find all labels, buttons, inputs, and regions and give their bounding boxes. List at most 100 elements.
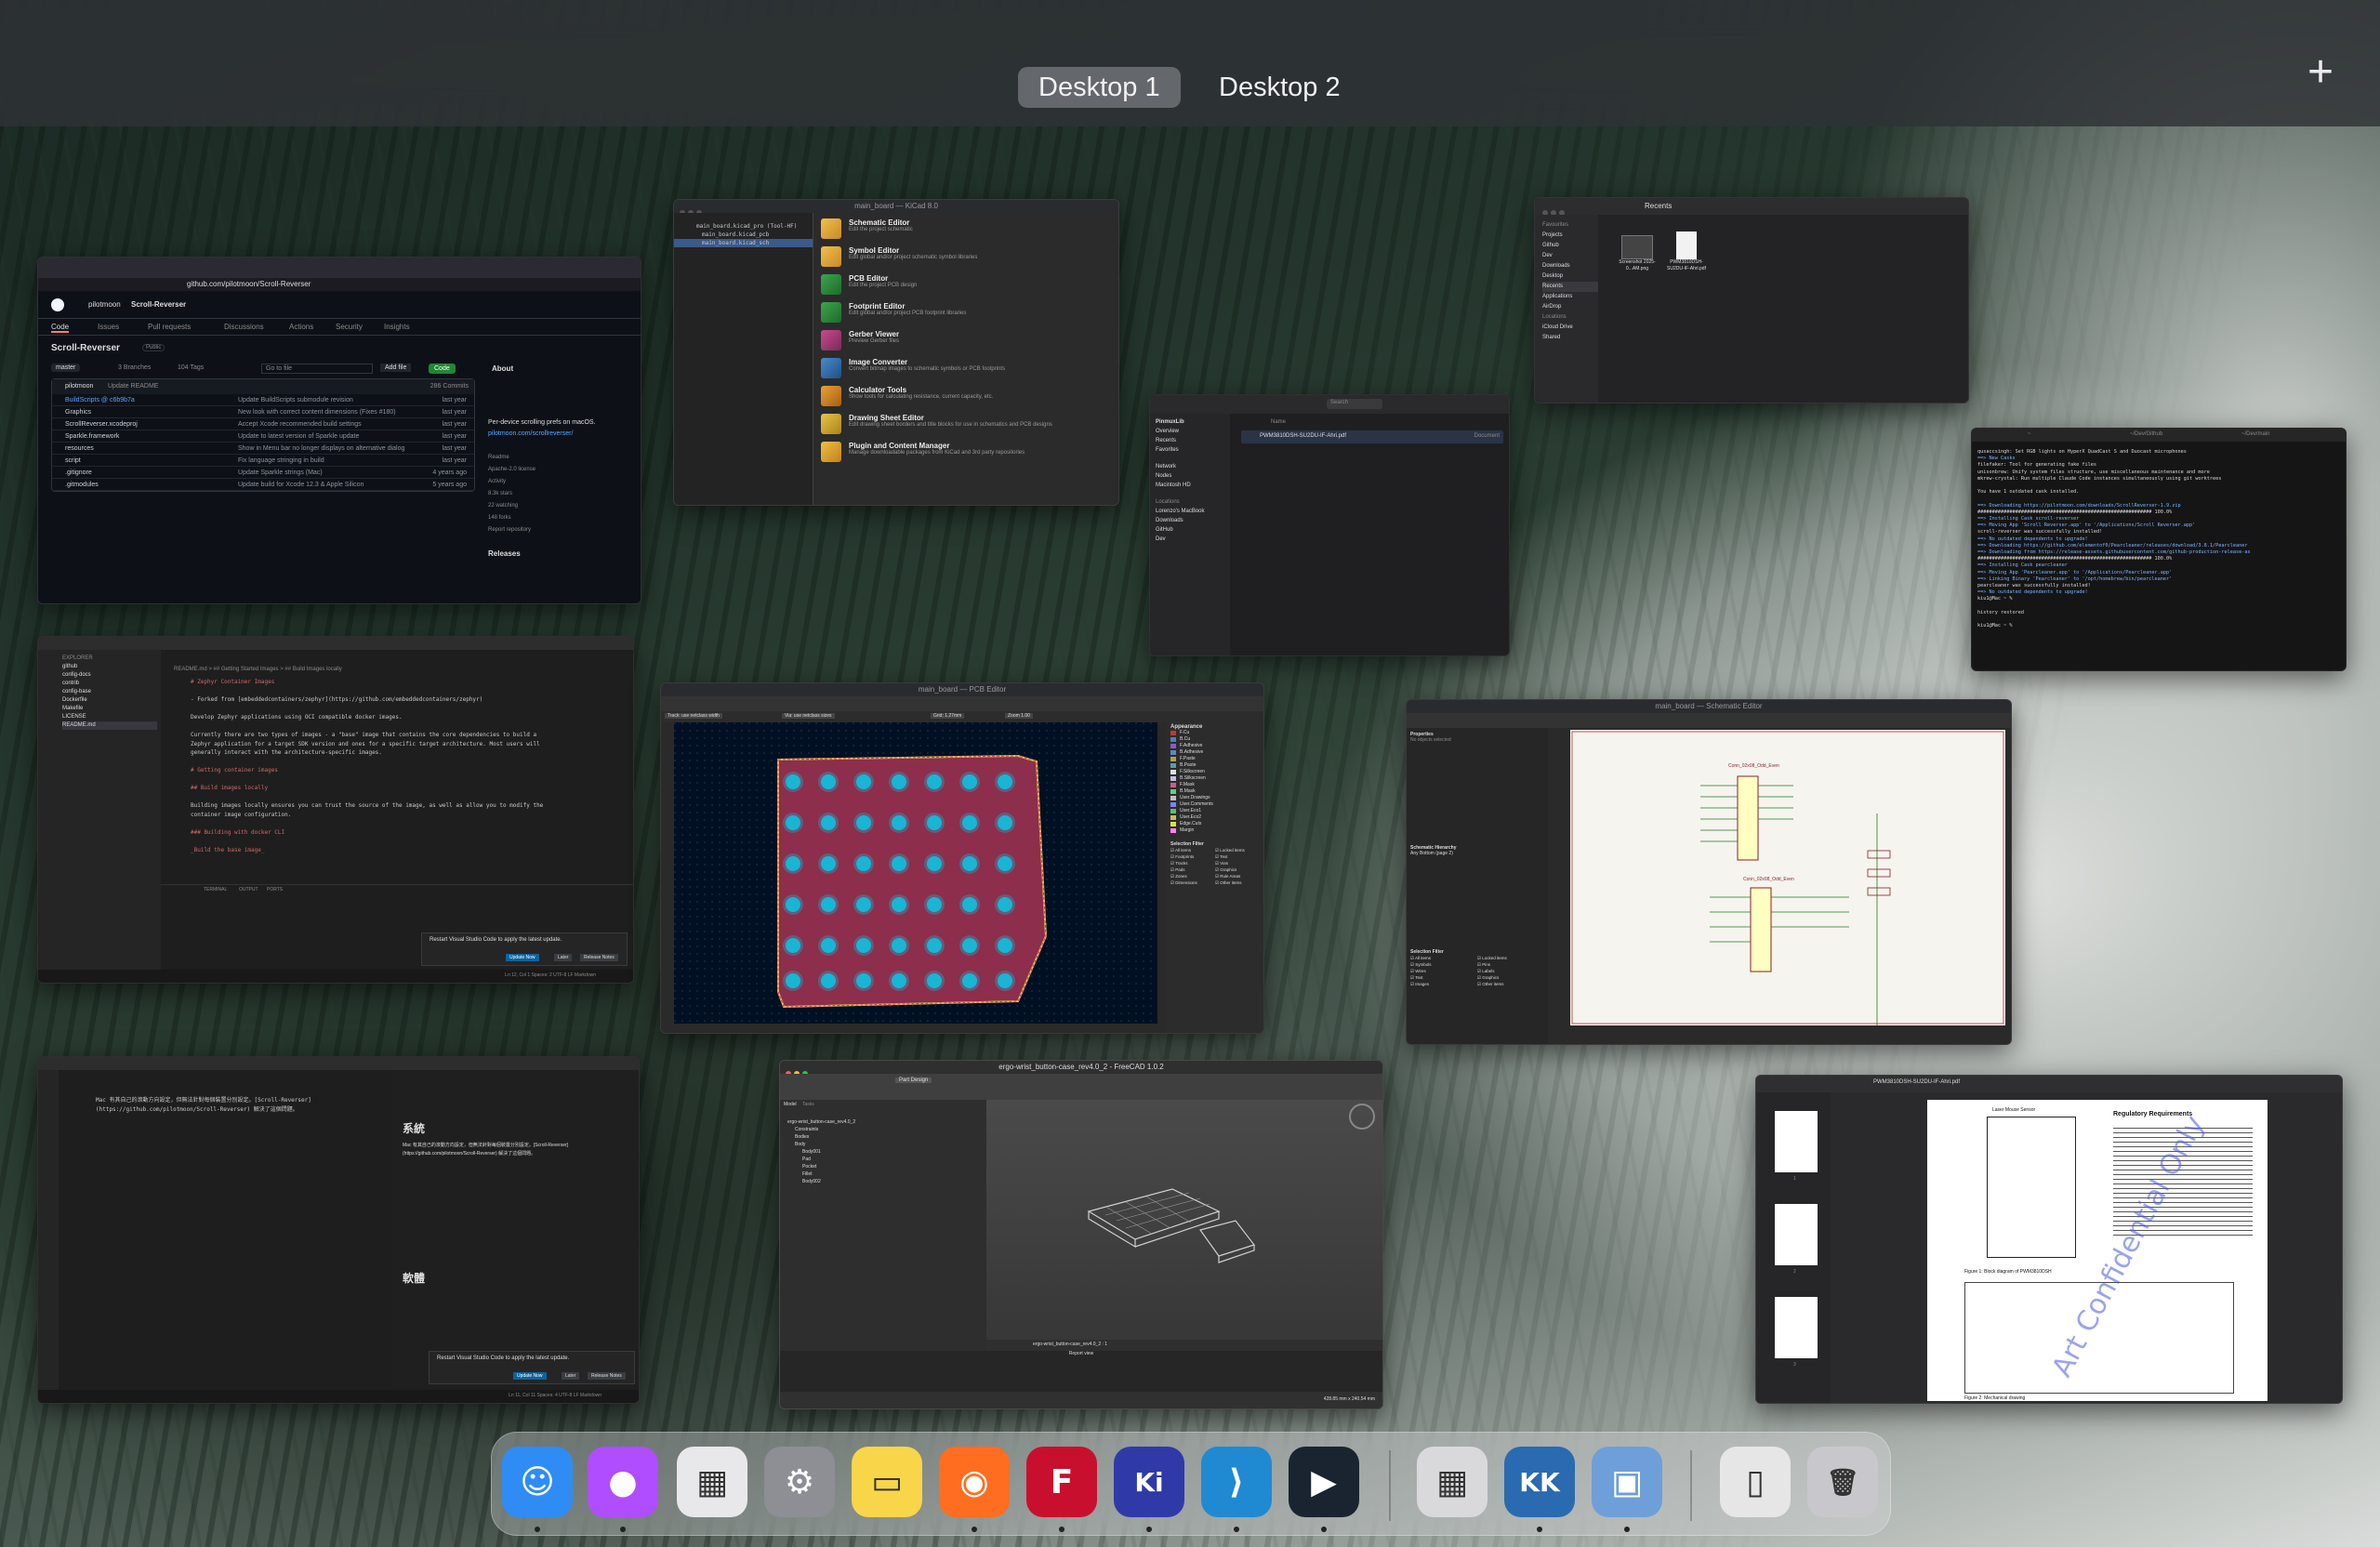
layer-color-swatch[interactable] [1170, 731, 1176, 735]
layer-color-swatch[interactable] [1170, 802, 1176, 807]
pcb-pad[interactable] [856, 856, 871, 871]
code-button[interactable]: Code [429, 364, 456, 374]
file-row[interactable]: .gitignore Update Sparkle strings (Mac) 4 … [52, 467, 474, 479]
layer-row[interactable]: B.Adhesive [1170, 749, 1260, 756]
grid-select[interactable]: Grid: 1.27mm [931, 713, 965, 719]
sidebar-item[interactable]: Nodes [1156, 471, 1230, 481]
footprint-editor-launcher[interactable]: Footprint Editor Edit global and/or proje… [813, 298, 1118, 326]
sidebar-item[interactable]: Recents [1156, 436, 1230, 445]
panel-tab[interactable]: TERMINAL [204, 887, 227, 892]
commits-count[interactable]: 286 Commits [430, 383, 469, 390]
kicad-manager-icon[interactable]: KK [1504, 1447, 1575, 1517]
explorer-item[interactable]: Dockerfile [62, 696, 157, 705]
tab-insights[interactable]: Insights [384, 323, 410, 331]
pcb-pad[interactable] [962, 973, 977, 988]
pcb-pad[interactable] [998, 938, 1012, 953]
pcb-pad[interactable] [856, 938, 871, 953]
github-logo-icon[interactable] [51, 298, 64, 311]
pcb-pad[interactable] [962, 856, 977, 871]
3d-viewport[interactable] [986, 1100, 1382, 1368]
filter-checkbox[interactable]: ☑ Graphics [1477, 974, 1544, 981]
filter-checkbox[interactable]: ☑ Tracks [1170, 860, 1215, 866]
layer-row[interactable]: B.Paste [1170, 762, 1260, 769]
notes-icon[interactable]: ▭ [852, 1447, 922, 1517]
layer-color-swatch[interactable] [1170, 737, 1176, 742]
arc-browser-icon[interactable]: ● [588, 1447, 658, 1517]
editor-content[interactable]: # Zephyr Container Images - Forked from … [191, 678, 543, 854]
tab-tasks[interactable]: Tasks [802, 1102, 814, 1107]
layer-color-swatch[interactable] [1170, 822, 1176, 826]
forks-link[interactable]: 148 forks [488, 512, 628, 524]
track-width-select[interactable]: Track: use netclass width [665, 713, 722, 719]
sidebar-item[interactable]: Macintosh HD [1156, 481, 1230, 490]
pcb-pad[interactable] [962, 938, 977, 953]
page-thumbnail[interactable] [1775, 1111, 1818, 1172]
file-item[interactable]: PWM3810DSH-SU2DU-IF-Ahri.pdf [1665, 231, 1708, 272]
layer-color-swatch[interactable] [1170, 815, 1176, 820]
pcb-pad[interactable] [821, 815, 836, 830]
pcb-pad[interactable] [856, 973, 871, 988]
finder-recents-window[interactable]: Recents Favourites Projects Github Dev D… [1534, 197, 1969, 403]
vscode-readme-window[interactable]: EXPLORER github config-docs contrib conf… [37, 636, 634, 984]
pcb-pad[interactable] [998, 897, 1012, 912]
filter-checkbox[interactable]: ☑ All items [1410, 955, 1477, 961]
kicad-schematic-editor-window[interactable]: main_board — Schematic Editor Properties… [1406, 699, 2012, 1045]
pcb-pad[interactable] [892, 815, 906, 830]
zoom-select[interactable]: Zoom 1.00 [1005, 713, 1033, 719]
watching-link[interactable]: 22 watching [488, 500, 628, 512]
status-text[interactable]: Ln 12, Col 1 Spaces: 2 UTF-8 LF Markdown [505, 972, 596, 978]
name-column-header[interactable]: Name [1271, 419, 1286, 425]
pcb-pad[interactable] [786, 897, 800, 912]
license-link[interactable]: Apache-2.0 license [488, 464, 628, 476]
tab-security[interactable]: Security [336, 323, 363, 331]
symbol-editor-launcher[interactable]: Symbol Editor Edit global and/or project … [813, 243, 1118, 271]
layer-color-swatch[interactable] [1170, 744, 1176, 748]
sidebar-item[interactable]: Network [1156, 462, 1230, 471]
tab-pull-requests[interactable]: Pull requests [148, 323, 191, 331]
editor-pane-left[interactable]: Mac 有其自己的滾動方向設定，但無法針對每個裝置分別設定。[Scroll-Re… [59, 1070, 393, 1390]
pcb-pad[interactable] [786, 973, 800, 988]
pcb-pad[interactable] [998, 815, 1012, 830]
pcb-pad[interactable] [856, 815, 871, 830]
vscode-icon[interactable]: ⟩ [1201, 1447, 1272, 1517]
sidebar-item[interactable]: Favorites [1156, 445, 1230, 455]
finder-search-input[interactable]: Search [1327, 399, 1382, 409]
pcb-pad[interactable] [892, 973, 906, 988]
layer-row[interactable]: F.Adhesive [1170, 743, 1260, 749]
launchpad-icon[interactable]: ▦ [677, 1447, 747, 1517]
readme-link[interactable]: Readme [488, 452, 628, 464]
repo-owner[interactable]: pilotmoon [88, 300, 121, 309]
filter-checkbox[interactable]: ☑ Wires [1410, 968, 1477, 974]
pcb-pad[interactable] [821, 774, 836, 789]
layer-color-swatch[interactable] [1170, 796, 1176, 800]
latest-commit-msg[interactable]: Update README [108, 383, 158, 390]
pcb-pad[interactable] [821, 938, 836, 953]
later-button[interactable]: Later [562, 1372, 580, 1380]
sidebar-item[interactable]: Shared [1542, 333, 1598, 343]
sidebar-item[interactable]: Applications [1542, 292, 1598, 302]
model-tree-item[interactable]: Pad [787, 1156, 986, 1163]
activity-link[interactable]: Activity [488, 476, 628, 488]
model-tree-item[interactable]: Bodies [787, 1133, 986, 1141]
pcb-pad[interactable] [962, 774, 977, 789]
pcb-pad[interactable] [962, 815, 977, 830]
release-notes-button[interactable]: Release Notes [580, 954, 618, 961]
tab-discussions[interactable]: Discussions [224, 323, 264, 331]
status-text[interactable]: Ln 11, Col 11 Spaces: 4 UTF-8 LF Markdow… [509, 1393, 602, 1398]
panel-tab[interactable]: OUTPUT [239, 887, 258, 892]
pcb-pad[interactable] [927, 815, 942, 830]
connector-j1-value[interactable]: Conn_02x08_Odd_Even [1728, 763, 1779, 769]
preview-pdf-window[interactable]: PWM3810DSH-SU2DU-IF-Ahri.pdf 1 2 3 Laser… [1755, 1075, 2343, 1404]
branches-count[interactable]: 3 Branches [118, 364, 151, 371]
layer-color-swatch[interactable] [1170, 809, 1176, 813]
sidebar-item[interactable]: Dev [1542, 251, 1598, 261]
file-row[interactable]: resources Show in Menu bar no longer disp… [52, 443, 474, 455]
pcb-pad[interactable] [786, 815, 800, 830]
sidebar-item[interactable]: AirDrop [1542, 302, 1598, 312]
pcb-pad[interactable] [892, 774, 906, 789]
sidebar-item[interactable]: Overview [1156, 427, 1230, 436]
add-desktop-button[interactable]: + [2300, 50, 2341, 95]
file-row[interactable]: ScrollReverser.xcodeproj Accept Xcode rec… [52, 418, 474, 430]
layer-row[interactable]: F.Silkscreen [1170, 769, 1260, 775]
layer-row[interactable]: User.Drawings [1170, 795, 1260, 801]
